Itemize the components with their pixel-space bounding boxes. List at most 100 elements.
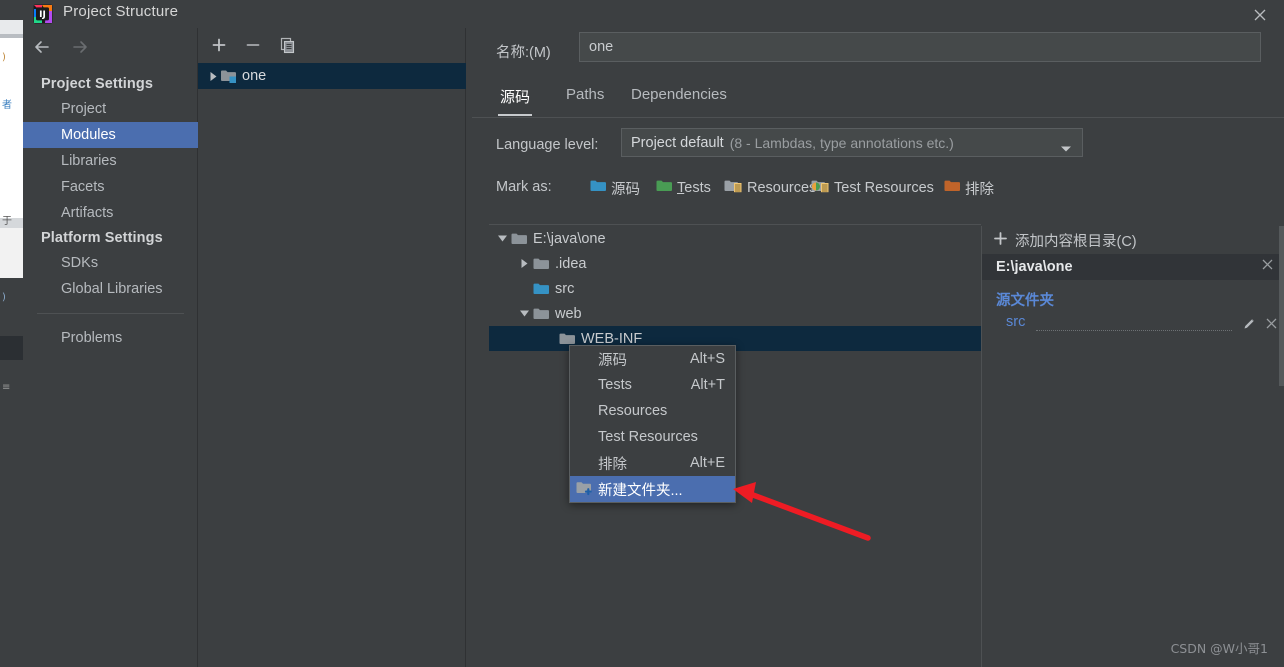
language-level-detail: (8 - Lambdas, type annotations etc.) <box>729 134 954 151</box>
close-icon[interactable] <box>1248 4 1272 26</box>
language-level-select[interactable]: Project default (8 - Lambdas, type annot… <box>621 128 1083 157</box>
chevron-down-icon[interactable] <box>1060 140 1072 158</box>
pencil-icon[interactable] <box>1242 317 1256 336</box>
project-structure-dialog: IJ Project Structure Project Settings Pr… <box>23 0 1284 667</box>
triangle-down-icon[interactable] <box>515 309 533 318</box>
tree-scrollbar[interactable] <box>1279 226 1284 386</box>
triangle-down-icon[interactable] <box>493 234 511 243</box>
entry-dot-leader <box>1036 330 1232 331</box>
module-name-label: 名称:(M) <box>496 45 551 61</box>
mark-as-sources[interactable]: 源码 <box>590 177 640 199</box>
module-tabs: 源码 Paths Dependencies <box>466 82 1284 118</box>
content-root-path: E:\java\one <box>996 259 1073 275</box>
folder-gray-icon <box>511 232 528 246</box>
context-menu-item-excluded[interactable]: 排除 Alt+E <box>570 450 735 476</box>
copy-icon[interactable] <box>276 34 298 56</box>
tree-label-src: src <box>555 280 575 297</box>
folder-green-icon <box>656 179 673 197</box>
tree-row-src[interactable]: src <box>489 276 981 301</box>
module-list-item-label: one <box>242 68 267 84</box>
sidebar-item-artifacts[interactable]: Artifacts <box>23 200 198 226</box>
folder-gray-icon <box>559 332 576 346</box>
minus-icon[interactable] <box>242 34 264 56</box>
sidebar-item-modules[interactable]: Modules <box>23 122 198 148</box>
folder-add-icon <box>576 480 594 500</box>
folder-gray-icon <box>533 257 550 271</box>
context-menu-label-excluded: 排除 <box>598 456 627 473</box>
tree-row-web[interactable]: web <box>489 301 981 326</box>
add-content-root-label: 添加内容根目录(C) <box>1015 233 1137 250</box>
settings-sidebar: Project Settings Project Modules Librari… <box>23 28 198 667</box>
sidebar-divider <box>37 313 184 314</box>
plus-icon <box>994 231 1007 249</box>
dialog-titlebar: IJ Project Structure <box>23 0 1284 28</box>
mark-as-resources[interactable]: Resources <box>724 177 816 199</box>
modules-panel: one <box>198 28 466 667</box>
add-content-root-button[interactable]: 添加内容根目录(C) <box>982 226 1284 254</box>
triangle-right-icon[interactable] <box>515 258 533 269</box>
tree-label-web: web <box>555 305 582 322</box>
tabs-underline <box>472 117 1284 118</box>
context-menu-item-tests[interactable]: Tests Alt+T <box>570 372 735 398</box>
module-list-item-one[interactable]: one <box>198 63 466 89</box>
mark-as-excluded-label: 排除 <box>965 181 994 198</box>
folder-orange-icon <box>944 179 961 197</box>
sidebar-item-problems[interactable]: Problems <box>23 325 198 351</box>
content-roots-panel: 添加内容根目录(C) E:\java\one 源文件夹 src <box>981 226 1284 667</box>
module-name-input[interactable] <box>579 32 1261 62</box>
context-menu-shortcut-tests: Alt+T <box>690 377 725 393</box>
language-level-value: Project default <box>631 134 724 151</box>
tab-dependencies[interactable]: Dependencies <box>629 82 729 116</box>
mark-as-test-resources-label: Test Resources <box>834 180 934 196</box>
context-menu-shortcut-sources: Alt+S <box>689 351 725 367</box>
source-folders-section-label: 源文件夹 <box>996 293 1054 309</box>
source-folder-entry-src[interactable]: src <box>982 313 1284 337</box>
tree-row-content-root[interactable]: E:\java\one <box>489 226 981 251</box>
context-menu-label-new-folder: 新建文件夹... <box>598 482 683 499</box>
sidebar-item-sdks[interactable]: SDKs <box>23 250 198 276</box>
svg-text:IJ: IJ <box>39 10 46 20</box>
close-icon[interactable] <box>1265 317 1278 335</box>
mark-as-sources-label: 源码 <box>611 181 640 198</box>
source-folder-label: src <box>1006 314 1029 330</box>
arrow-right-icon <box>69 36 91 62</box>
close-icon[interactable] <box>1261 258 1274 275</box>
tab-sources[interactable]: 源码 <box>498 82 533 116</box>
folder-test-resources-icon <box>811 179 830 197</box>
mark-as-tests[interactable]: Tests <box>656 177 711 199</box>
context-menu-item-new-folder[interactable]: 新建文件夹... <box>570 476 735 502</box>
mark-as-test-resources[interactable]: Test Resources <box>811 177 934 199</box>
dialog-title: Project Structure <box>63 3 179 20</box>
mark-as-resources-label: Resources <box>747 180 817 196</box>
mark-as-excluded[interactable]: 排除 <box>944 177 994 199</box>
watermark-text: CSDN @W小哥1 <box>1170 641 1268 656</box>
arrow-left-icon[interactable] <box>31 36 53 62</box>
sidebar-item-facets[interactable]: Facets <box>23 174 198 200</box>
tab-paths[interactable]: Paths <box>564 82 606 116</box>
intellij-idea-logo-icon: IJ <box>33 4 53 24</box>
folder-blue-icon <box>590 179 607 197</box>
tree-label-content-root: E:\java\one <box>533 230 606 247</box>
tree-label-idea: .idea <box>555 255 587 272</box>
sidebar-item-global-libraries[interactable]: Global Libraries <box>23 276 198 302</box>
content-divider <box>489 224 981 225</box>
language-level-row: Language level: Project default (8 - Lam… <box>466 126 1284 168</box>
folder-blue-icon <box>533 282 550 296</box>
sidebar-item-libraries[interactable]: Libraries <box>23 148 198 174</box>
mark-as-context-menu: 源码 Alt+S Tests Alt+T Resources Test Reso… <box>569 345 736 503</box>
tree-row-idea[interactable]: .idea <box>489 251 981 276</box>
context-menu-label-test-resources: Test Resources <box>598 429 698 445</box>
plus-icon[interactable] <box>208 34 230 56</box>
modules-toolbar <box>198 28 465 58</box>
module-name-row: 名称:(M) <box>466 28 1284 76</box>
nav-group-project-settings: Project Settings <box>41 76 153 92</box>
settings-nav-list: Project Settings Project Modules Librari… <box>23 72 198 351</box>
context-menu-item-resources[interactable]: Resources <box>570 398 735 424</box>
sidebar-item-project[interactable]: Project <box>23 96 198 122</box>
context-menu-item-test-resources[interactable]: Test Resources <box>570 424 735 450</box>
background-window-strip: ) 者 于 ) ≡ <box>0 0 23 667</box>
language-level-label: Language level: <box>496 137 599 153</box>
context-menu-item-sources[interactable]: 源码 Alt+S <box>570 346 735 372</box>
triangle-right-icon[interactable] <box>206 71 220 82</box>
context-menu-shortcut-excluded: Alt+E <box>689 455 725 471</box>
